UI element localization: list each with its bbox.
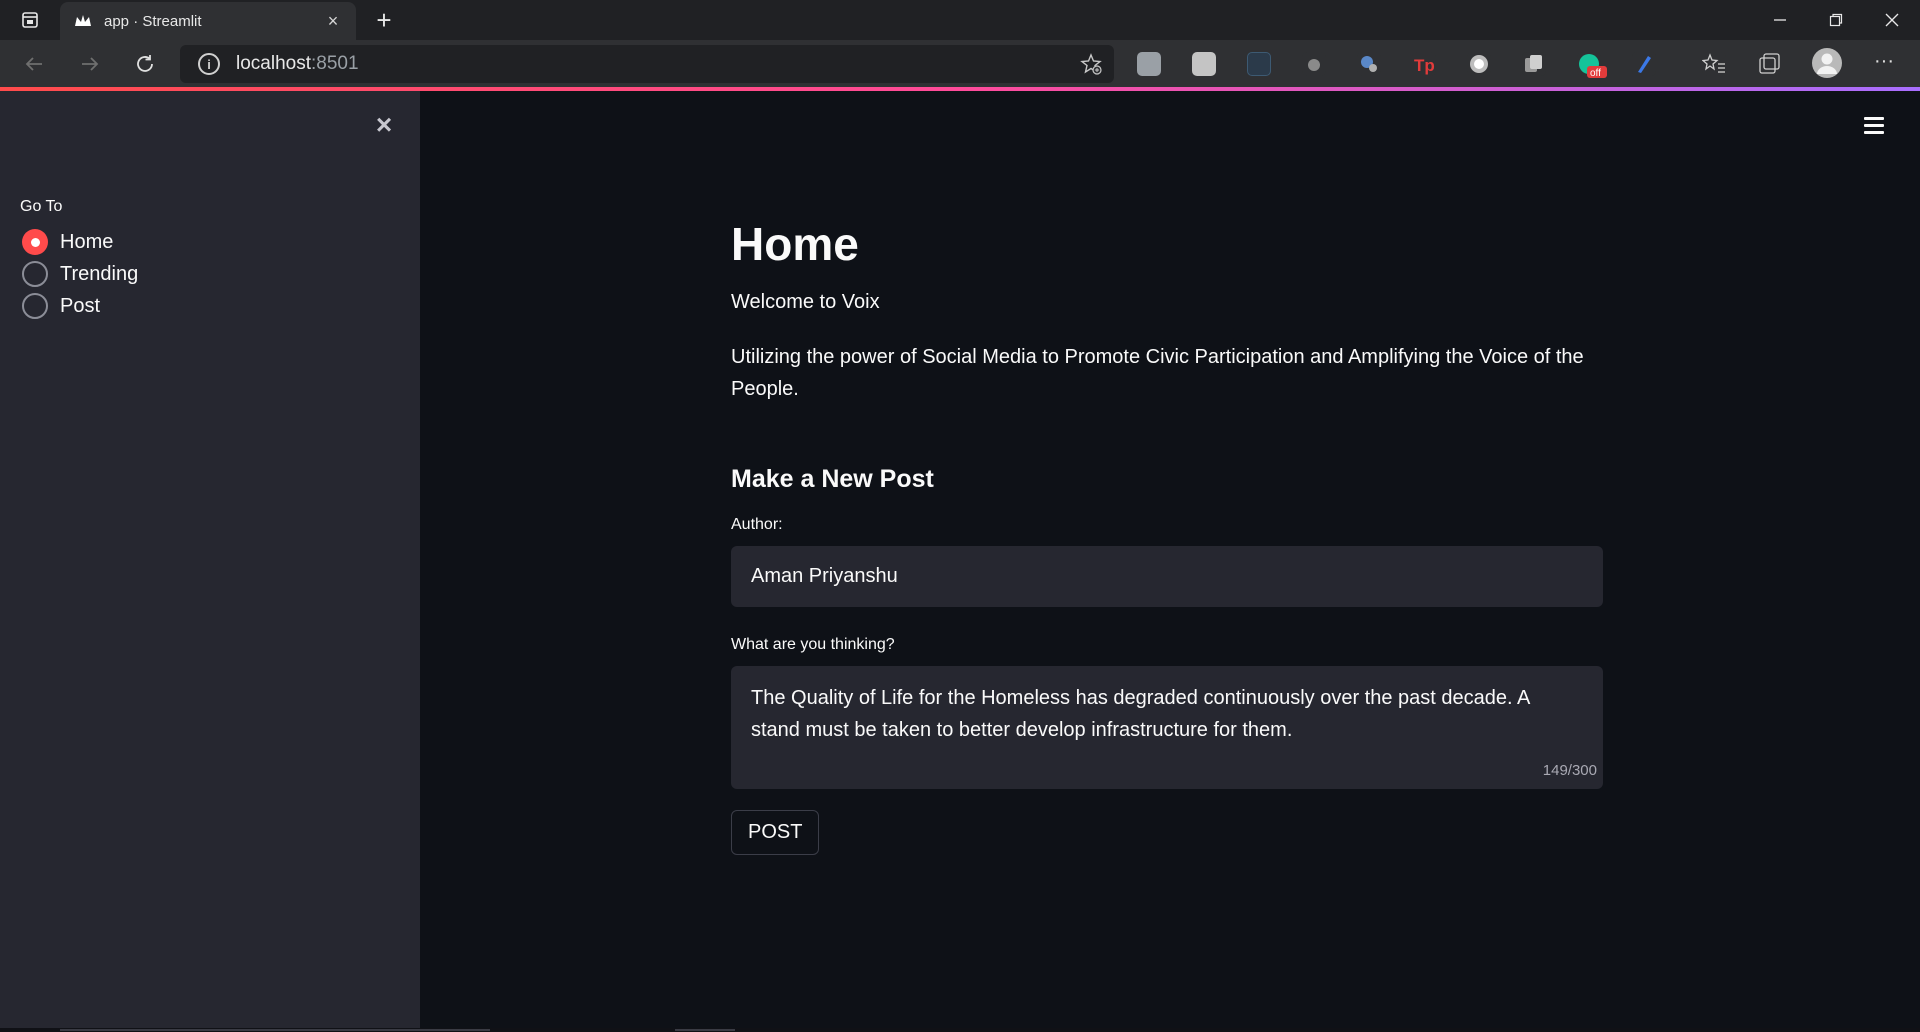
extension-icon-7[interactable]: [1467, 52, 1491, 76]
site-info-icon[interactable]: i: [198, 53, 220, 75]
favorites-icon[interactable]: [1701, 52, 1726, 76]
thinking-textarea[interactable]: The Quality of Life for the Homeless has…: [731, 666, 1603, 789]
radio-label: Post: [60, 294, 101, 317]
extension-icon-1[interactable]: [1137, 52, 1161, 76]
minimize-icon[interactable]: [1752, 0, 1808, 40]
new-tab-button[interactable]: +: [368, 4, 400, 36]
profile-avatar[interactable]: [1812, 48, 1842, 78]
extension-icon-5[interactable]: [1357, 52, 1381, 76]
collections-icon[interactable]: [1757, 52, 1781, 76]
radio-selected-icon[interactable]: [22, 229, 48, 255]
radio-option-trending[interactable]: Trending: [22, 259, 138, 289]
tab-title: app · Streamlit: [104, 12, 202, 30]
url-host: localhost: [236, 53, 311, 74]
extension-icon-4[interactable]: [1302, 52, 1326, 76]
radio-label: Home: [60, 230, 114, 253]
address-bar[interactable]: i localhost:8501: [180, 45, 1114, 83]
textarea-value: The Quality of Life for the Homeless has…: [751, 687, 1530, 741]
url-port: :8501: [311, 53, 359, 74]
author-input[interactable]: Aman Priyanshu: [731, 546, 1603, 607]
browser-tab[interactable]: app · Streamlit ×: [60, 2, 356, 40]
scrollbar-thumb[interactable]: [60, 1029, 490, 1031]
radio-option-post[interactable]: Post: [22, 291, 100, 321]
radio-unselected-icon[interactable]: [22, 293, 48, 319]
tab-close-icon[interactable]: ×: [324, 11, 342, 32]
back-arrow-icon[interactable]: [18, 48, 50, 80]
streamlit-crown-icon: [74, 12, 92, 30]
svg-text:off: off: [1590, 68, 1601, 79]
reload-icon[interactable]: [129, 48, 161, 80]
form-heading: Make a New Post: [731, 465, 934, 493]
sidebar: × Go To Home Trending Post: [0, 91, 420, 1032]
radio-label: Trending: [60, 262, 139, 285]
close-sidebar-icon[interactable]: ×: [372, 111, 396, 139]
extension-icon-2[interactable]: [1192, 52, 1216, 76]
extension-icon-8[interactable]: [1522, 52, 1546, 76]
radio-unselected-icon[interactable]: [22, 261, 48, 287]
page-title: Home: [731, 218, 859, 270]
main-content: Home Welcome to Voix Utilizing the power…: [420, 91, 1920, 1032]
more-options-icon[interactable]: ···: [1872, 51, 1896, 76]
radio-group-label: Go To: [20, 198, 63, 215]
browser-tab-bar: app · Streamlit × +: [0, 0, 1920, 40]
restore-icon[interactable]: [1808, 0, 1864, 40]
browser-toolbar: i localhost:8501 Tp off ···: [0, 40, 1920, 88]
horizontal-scrollbar[interactable]: [0, 1028, 1920, 1032]
add-favorite-icon[interactable]: [1080, 53, 1102, 81]
scrollbar-thumb[interactable]: [675, 1029, 735, 1031]
welcome-text: Welcome to Voix: [731, 291, 880, 313]
extension-icon-6[interactable]: Tp: [1412, 52, 1436, 76]
forward-arrow-icon[interactable]: [74, 48, 106, 80]
post-button[interactable]: POST: [731, 810, 820, 855]
extension-icon-3[interactable]: [1247, 52, 1271, 76]
author-label: Author:: [731, 516, 783, 533]
window-close-icon[interactable]: [1864, 0, 1920, 40]
radio-option-home[interactable]: Home: [22, 227, 113, 257]
pen-extension-icon[interactable]: [1632, 52, 1656, 76]
tagline-text: Utilizing the power of Social Media to P…: [731, 346, 1584, 400]
thinking-label: What are you thinking?: [731, 636, 895, 653]
grammarly-icon[interactable]: off: [1577, 52, 1607, 79]
character-counter: 149/300: [1542, 762, 1597, 779]
tab-actions-icon[interactable]: [10, 8, 50, 32]
hamburger-menu-icon[interactable]: [1864, 117, 1884, 138]
svg-text:Tp: Tp: [1414, 56, 1435, 75]
